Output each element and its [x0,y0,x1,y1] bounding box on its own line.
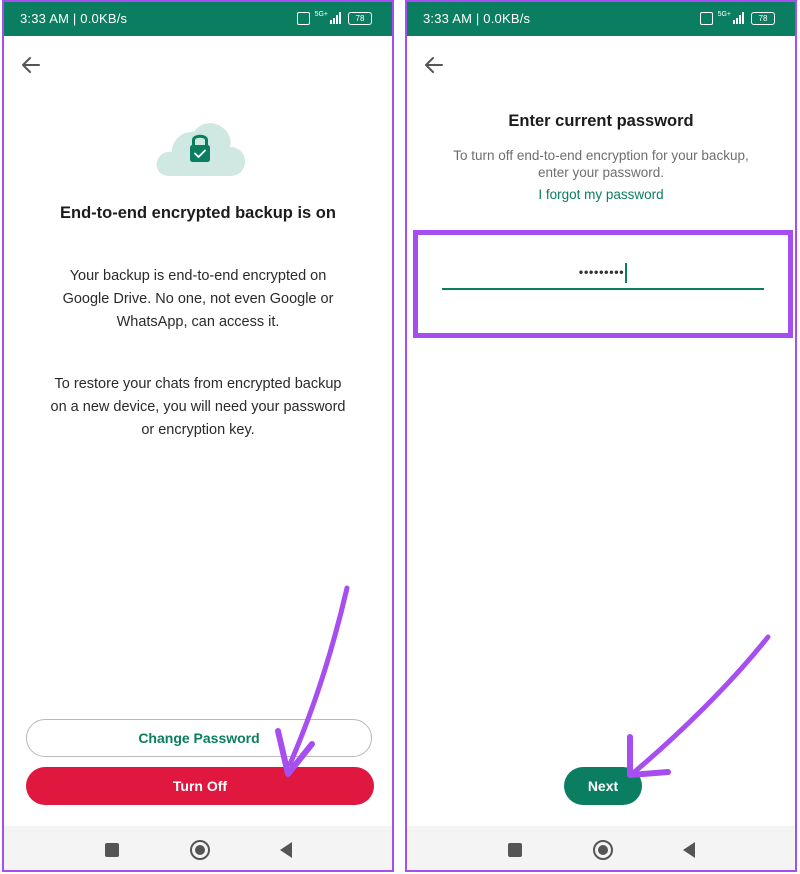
change-password-button[interactable]: Change Password [26,719,372,757]
password-instructions: To turn off end-to-end encryption for yo… [407,147,795,181]
square-nav-icon[interactable] [495,826,535,872]
page-title: End-to-end encrypted backup is on [60,204,336,222]
page-title: Enter current password [508,112,694,130]
status-time: 3:33 AM | 0.0KB/s [423,11,531,26]
password-instructions-line: enter your password. [537,165,665,180]
back-arrow-icon[interactable] [423,54,445,76]
home-nav-icon[interactable] [583,826,623,872]
phone-screen-backup-info: 3:33 AM | 0.0KB/s 5G+ 78 End-to-end encr… [2,0,394,872]
restore-description-line: on a new device, you will need your pass… [50,399,346,415]
backup-description-line: WhatsApp, can access it. [116,314,280,330]
password-masked-text: ••••••••• [578,264,625,280]
text-cursor [625,263,628,283]
cloud-lock-icon [156,123,246,176]
system-nav-bar [407,826,795,872]
status-bar: 3:33 AM | 0.0KB/s 5G+ 78 [4,2,392,36]
turn-off-button[interactable]: Turn Off [26,767,374,805]
battery-icon: 78 [348,12,372,25]
restore-description: To restore your chats from encrypted bac… [4,373,392,442]
back-nav-icon[interactable] [669,826,709,872]
next-button[interactable]: Next [564,767,642,805]
battery-icon: 78 [751,12,775,25]
back-nav-icon[interactable] [266,826,306,872]
backup-description-line: Your backup is end-to-end encrypted on [69,268,327,284]
restore-description-line: or encryption key. [141,422,255,438]
signal-icon [330,12,341,24]
signal-icon [733,12,744,24]
network-type: 5G+ [314,11,328,18]
sim-icon [297,12,310,25]
sim-icon [700,12,713,25]
status-bar: 3:33 AM | 0.0KB/s 5G+ 78 [407,2,795,36]
back-arrow-icon[interactable] [20,54,42,76]
network-type: 5G+ [717,11,731,18]
backup-description-line: Google Drive. No one, not even Google or [62,291,334,307]
annotation-arrow-icon [627,634,771,778]
system-nav-bar [4,826,392,872]
square-nav-icon[interactable] [92,826,132,872]
password-value: ••••••••• [442,263,764,283]
password-input[interactable]: ••••••••• [442,260,764,290]
forgot-password-link[interactable]: I forgot my password [407,187,795,202]
restore-description-line: To restore your chats from encrypted bac… [54,376,342,392]
backup-description: Your backup is end-to-end encrypted on G… [4,265,392,334]
home-nav-icon[interactable] [180,826,220,872]
status-time: 3:33 AM | 0.0KB/s [20,11,128,26]
password-instructions-line: To turn off end-to-end encryption for yo… [453,148,749,163]
phone-screen-enter-password: 3:33 AM | 0.0KB/s 5G+ 78 Enter current p… [405,0,797,872]
